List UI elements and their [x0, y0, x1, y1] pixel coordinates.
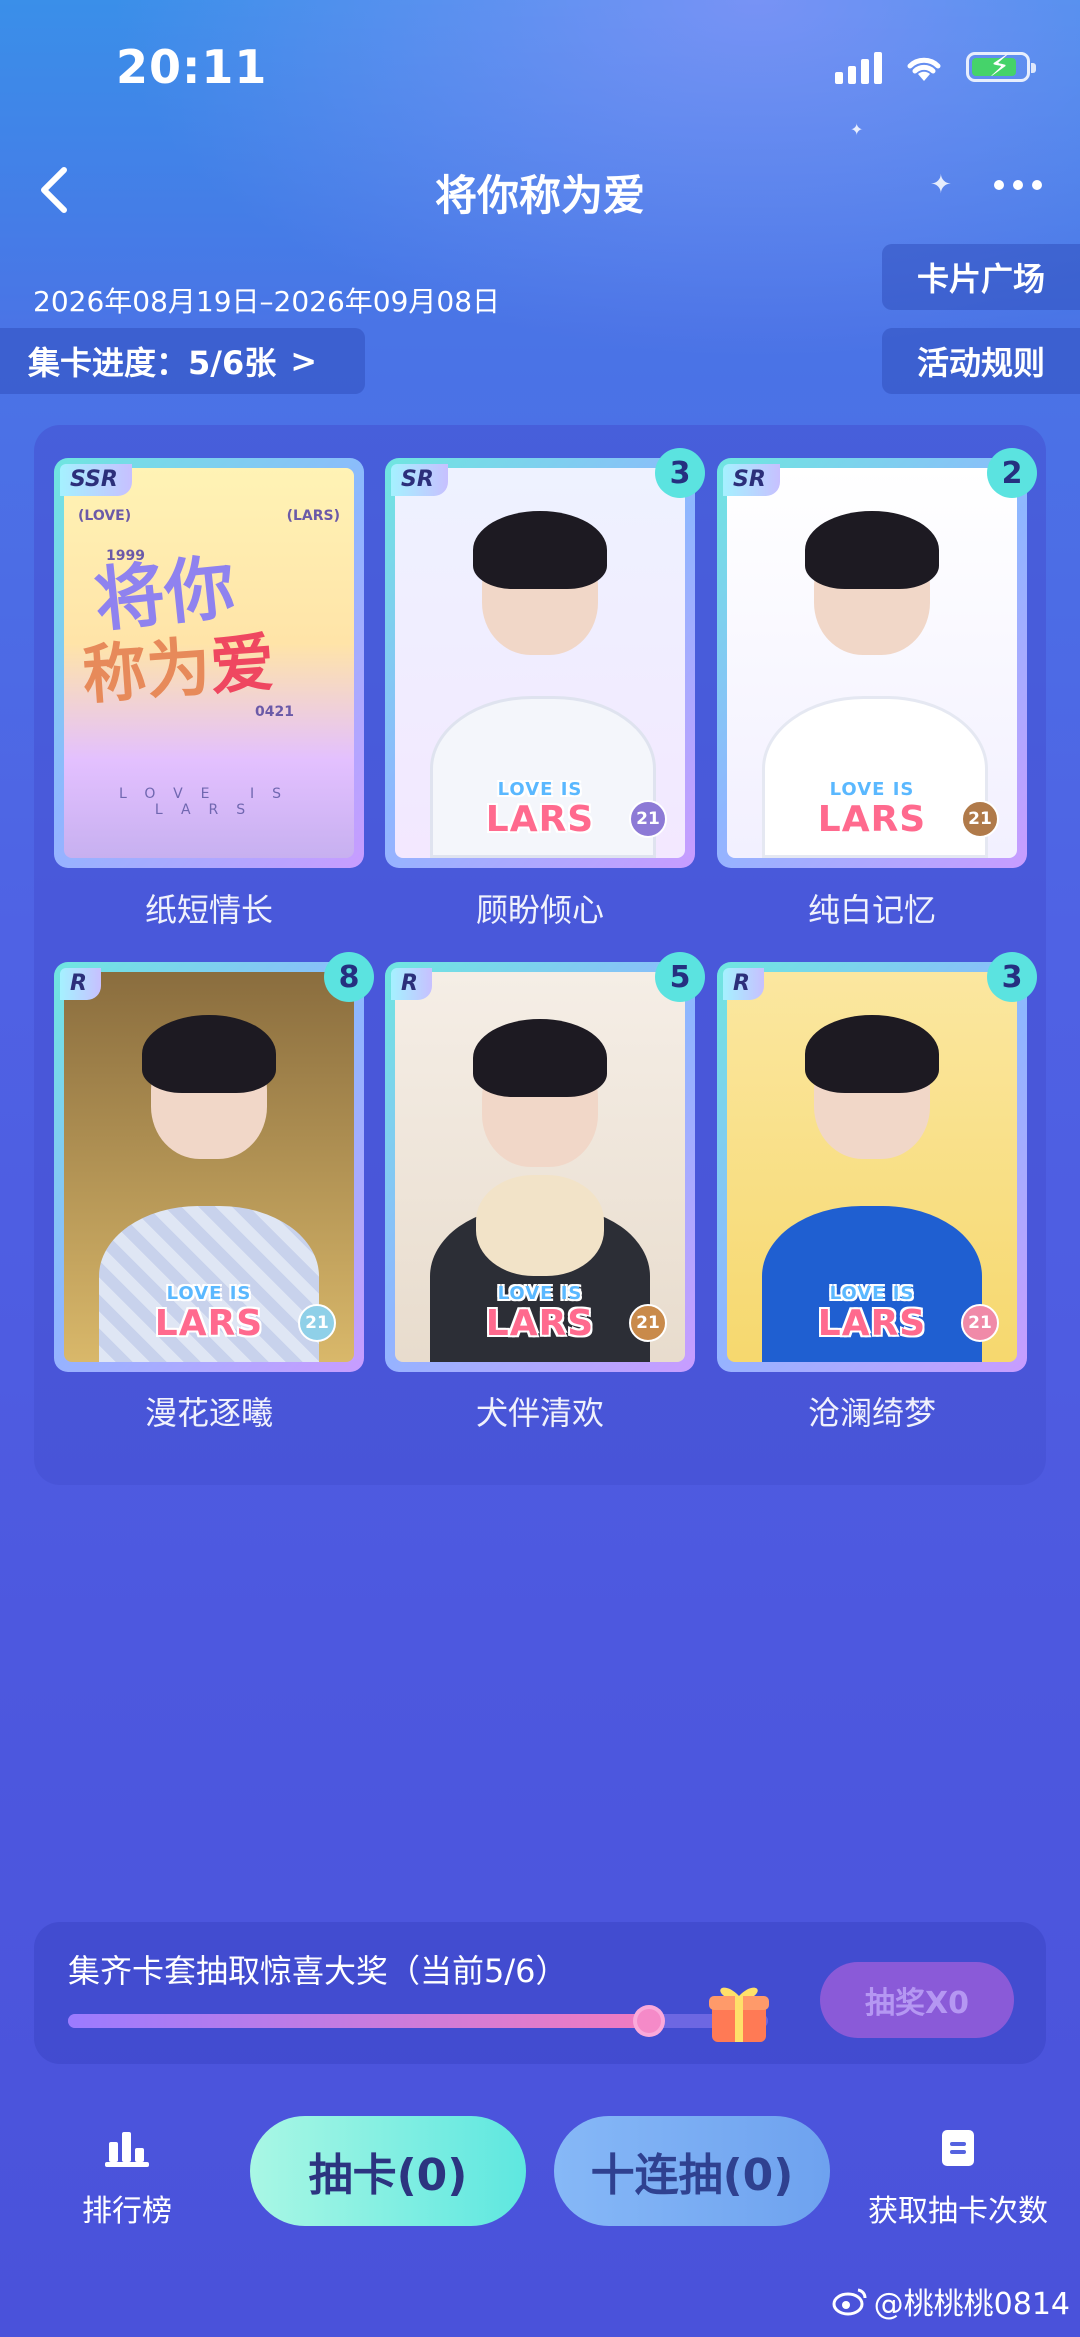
card-name: 纸短情长 [144, 891, 273, 929]
card-photo: LOVE IS LARS 21 [64, 972, 354, 1362]
card-item[interactable]: R 3 LOVE IS LARS 21 [717, 952, 1037, 1372]
reward-progress-knob [633, 2005, 665, 2037]
activity-rules-button[interactable]: 活动规则 [882, 328, 1080, 394]
rarity-tag: SR [391, 464, 448, 496]
card-count-badge: 8 [324, 952, 374, 1002]
draw-one-button[interactable]: 抽卡(0) [250, 2116, 526, 2226]
photo-figure [805, 1014, 939, 1093]
card-name: 漫花逐曦 [144, 1394, 273, 1432]
ssr-left-tag: (LOVE) [78, 508, 132, 524]
card-count-badge: 3 [987, 952, 1037, 1002]
logo-main: LARS [485, 799, 595, 840]
ssr-footer: LOVE IS LARS [119, 786, 299, 818]
lottery-button[interactable]: 抽奖X0 [820, 1962, 1014, 2038]
ssr-title-part: 爱 [207, 626, 277, 705]
logo-top: LOVE IS [497, 1283, 583, 1304]
ssr-title-line2: 称为爱 [79, 611, 277, 716]
card-plaza-button[interactable]: 卡片广场 [882, 244, 1080, 310]
card-count-badge: 3 [655, 448, 705, 498]
get-draws-label: 获取抽卡次数 [868, 2194, 1048, 2229]
card-name: 顾盼倾心 [475, 891, 604, 929]
ssr-right-tag: (LARS) [286, 508, 340, 524]
watermark: @桃桃桃0814 [832, 2279, 1070, 2323]
card-art: (LOVE) (LARS) 1999 将你 称为爱 0421 LOVE IS L… [64, 468, 354, 858]
cellular-signal-icon [835, 50, 882, 84]
sparkle-icon: ✦ [850, 120, 864, 139]
card-item[interactable]: SR 2 LOVE IS LARS 21 [717, 448, 1037, 868]
collection-progress-button[interactable]: 集卡进度：5/6张 > [0, 328, 365, 394]
card-name: 犬伴清欢 [475, 1394, 604, 1432]
page-title: 将你称为爱 [434, 171, 645, 220]
card-count-badge: 5 [655, 952, 705, 1002]
logo-top: LOVE IS [497, 779, 583, 800]
weibo-logo-icon [832, 2288, 867, 2316]
logo-main: LARS [154, 1303, 264, 1344]
card-item[interactable]: R 8 LOVE IS LARS 21 [54, 952, 374, 1372]
rarity-tag: SSR [60, 464, 132, 496]
collection-progress-label: 集卡进度：5/6张 [28, 344, 277, 382]
status-icons: ⚡ [835, 49, 1036, 84]
card-name: 纯白记忆 [807, 891, 936, 929]
rarity-tag: R [391, 968, 432, 1000]
photo-figure [142, 1014, 276, 1093]
card-number-badge: 21 [629, 1304, 667, 1342]
card-photo: LOVE IS LARS 21 [727, 468, 1017, 858]
status-time: 20:11 [116, 40, 268, 94]
card-photo: LOVE IS LARS 21 [395, 468, 685, 858]
puppy-figure [476, 1174, 604, 1277]
card-number-badge: 21 [298, 1304, 336, 1342]
event-date-range: 2026年08月19日–2026年09月08日 [33, 285, 501, 318]
photo-figure [805, 510, 939, 589]
card-number-badge: 21 [629, 800, 667, 838]
card-photo: LOVE IS LARS 21 [727, 972, 1017, 1362]
card-item[interactable]: SSR (LOVE) (LARS) 1999 将你 称为爱 0421 LOVE … [54, 458, 364, 868]
get-draws-button[interactable]: 获取抽卡次数 [858, 2128, 1058, 2230]
card-item[interactable]: R 5 LOVE IS LARS 21 [385, 952, 705, 1372]
chevron-right-icon: > [290, 342, 318, 380]
ssr-title-part: 称为 [80, 630, 213, 714]
logo-top: LOVE IS [829, 779, 915, 800]
logo-main: LARS [817, 1303, 927, 1344]
photo-figure [473, 510, 607, 589]
document-icon [942, 2130, 974, 2166]
card-item[interactable]: SR 3 LOVE IS LARS 21 [385, 448, 705, 868]
battery-charging-icon: ⚡ [966, 49, 1036, 84]
card-count-badge: 2 [987, 448, 1037, 498]
reward-progress-fill [68, 2014, 649, 2028]
logo-main: LARS [485, 1303, 595, 1344]
wifi-icon [907, 57, 941, 81]
leaderboard-label: 排行榜 [82, 2194, 172, 2229]
reward-title: 集齐卡套抽取惊喜大奖（当前5/6） [68, 1952, 568, 1990]
watermark-text: @桃桃桃0814 [873, 2287, 1070, 2322]
more-options-icon[interactable] [994, 180, 1042, 190]
rarity-tag: R [60, 968, 101, 1000]
card-number-badge: 21 [961, 1304, 999, 1342]
card-collection-panel: SSR (LOVE) (LARS) 1999 将你 称为爱 0421 LOVE … [34, 425, 1046, 1485]
reward-progress-bar [68, 2005, 768, 2037]
draw-ten-button[interactable]: 十连抽(0) [554, 2116, 830, 2226]
card-name: 沧澜绮梦 [807, 1394, 936, 1432]
card-photo: LOVE IS LARS 21 [395, 972, 685, 1362]
reward-panel: 集齐卡套抽取惊喜大奖（当前5/6） 抽奖X0 [34, 1922, 1046, 2064]
rarity-tag: R [723, 968, 764, 1000]
rarity-tag: SR [723, 464, 780, 496]
logo-main: LARS [817, 799, 927, 840]
gift-icon [709, 1987, 769, 2042]
logo-top: LOVE IS [166, 1283, 252, 1304]
leaderboard-icon [105, 2132, 149, 2167]
ssr-date: 0421 [255, 704, 294, 720]
leaderboard-button[interactable]: 排行榜 [52, 2128, 202, 2230]
card-number-badge: 21 [961, 800, 999, 838]
photo-figure [473, 1018, 607, 1097]
logo-top: LOVE IS [829, 1283, 915, 1304]
